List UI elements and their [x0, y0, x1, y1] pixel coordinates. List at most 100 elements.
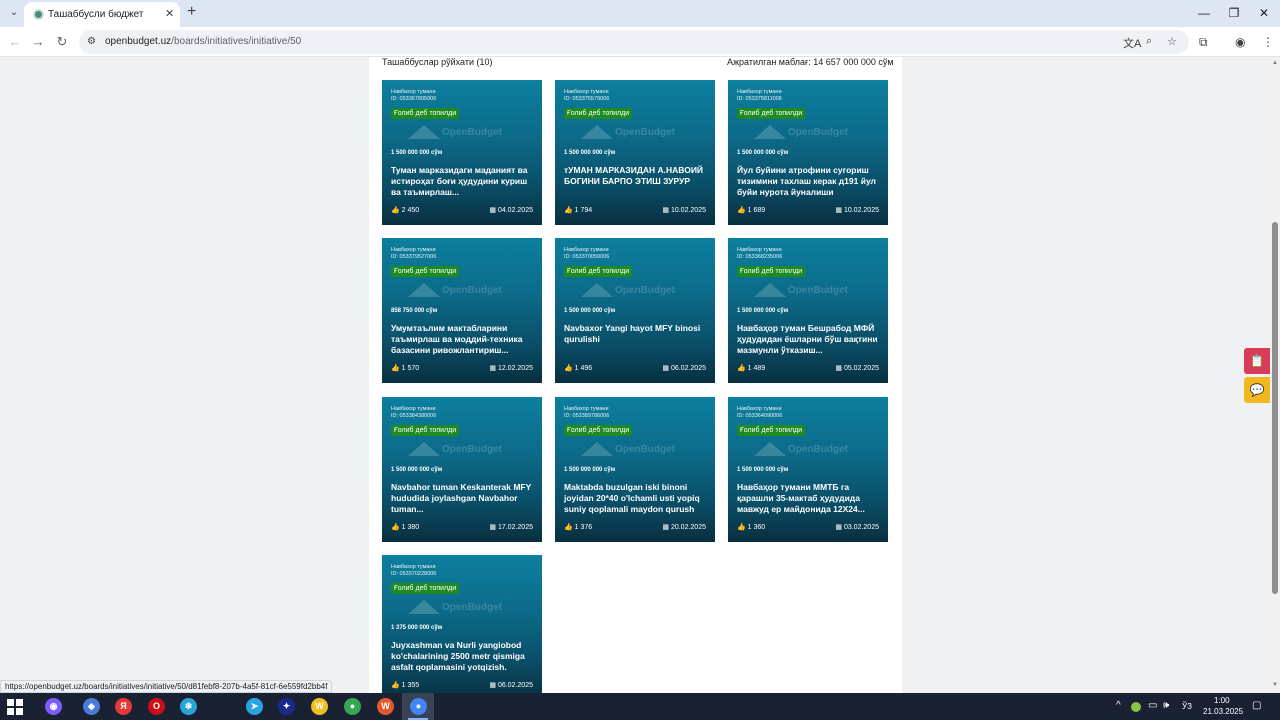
vote-count: 2 450 — [401, 207, 420, 214]
card-votes: 👍 1 360 — [737, 523, 765, 531]
initiative-card[interactable]: OpenBudget Навбахор тумани ID: 05336409000… — [728, 397, 888, 542]
initiative-card[interactable]: OpenBudget Навбахор тумани ID: 05337005900… — [555, 238, 715, 383]
card-district: Навбахор тумани — [737, 406, 782, 412]
taskbar-app2-icon[interactable]: ◆ — [83, 698, 100, 715]
card-id: ID: 053375811006 — [737, 96, 782, 102]
card-id: ID: 053370059006 — [564, 254, 610, 260]
card-id: ID: 053379527006 — [391, 254, 437, 260]
taskbar-chrome-icon[interactable]: ● — [410, 698, 427, 715]
volume-icon[interactable]: 🕪 — [1163, 700, 1169, 711]
initiative-card[interactable]: OpenBudget Навбахор тумани ID: 05337022800… — [382, 555, 542, 693]
card-date: ▦ 12.02.2025 — [489, 364, 533, 372]
notifications-icon[interactable]: ▢ — [1252, 700, 1261, 711]
card-amount: 858 750 000 сўм — [391, 308, 438, 314]
taskbar-app7-icon[interactable]: ✦ — [278, 698, 295, 715]
forward-icon[interactable]: → — [30, 34, 46, 49]
minimize-button[interactable]: — — [1194, 6, 1214, 20]
close-window-button[interactable]: ✕ — [1254, 6, 1274, 20]
address-bar[interactable]: ⚙ openbudget.uz/boards/initiatives/initi… — [79, 30, 1189, 54]
card-title[interactable]: Йул буйини атрофини сугориш тизимини тах… — [737, 165, 883, 198]
scrollbar-thumb[interactable] — [1272, 222, 1278, 594]
watermark-text: OpenBudget — [442, 602, 502, 613]
initiative-card[interactable]: OpenBudget Навбахор тумани ID: 05337557900… — [555, 80, 715, 225]
winner-badge: Ғолиб деб топилди — [564, 425, 633, 436]
initiative-card[interactable]: OpenBudget Навбахор тумани ID: 05336823500… — [728, 238, 888, 383]
taskbar-app8-icon[interactable]: W — [311, 698, 328, 715]
watermark-text: OpenBudget — [442, 127, 502, 138]
chat-button[interactable]: 💬 — [1244, 377, 1270, 403]
site-info-icon[interactable]: ⚙ — [87, 36, 96, 47]
bookmark-star-icon[interactable]: ☆ — [1167, 35, 1177, 48]
initiative-card[interactable]: OpenBudget Навбахор тумани ID: 05337581100… — [728, 80, 888, 225]
card-votes: 👍 2 450 — [391, 206, 419, 214]
page-scrollbar[interactable]: ▲ ▼ — [1270, 57, 1280, 693]
card-title[interactable]: Навбаҳор туман Бешрабод МФЙ ҳудудидан ёш… — [737, 323, 883, 356]
initiative-card[interactable]: OpenBudget Навбахор тумани ID: 05338978600… — [555, 397, 715, 542]
calendar-icon: ▦ — [662, 524, 669, 531]
scroll-up-arrow-icon[interactable]: ▲ — [1272, 60, 1278, 66]
card-amount: 1 500 000 000 сўм — [737, 150, 789, 156]
translate-icon[interactable]: 文A — [1123, 35, 1141, 51]
card-date: ▦ 06.02.2025 — [662, 364, 706, 372]
scroll-down-arrow-icon[interactable]: ▼ — [1272, 682, 1278, 688]
close-tab-icon[interactable]: ✕ — [165, 7, 174, 20]
zoom-icon[interactable]: ⌕ — [1146, 35, 1152, 48]
browser-menu-icon[interactable]: ⋮ — [1262, 35, 1274, 49]
initiative-card[interactable]: OpenBudget Навбахор тумани ID: 05337952700… — [382, 238, 542, 383]
watermark-text: OpenBudget — [615, 444, 675, 455]
card-title[interactable]: тУМАН МАРКАЗИДАН А.НАВОИЙ БОГИНИ БАРПО Э… — [564, 165, 710, 187]
tray-chevron-icon[interactable]: ^ — [1116, 700, 1121, 711]
keyboard-language[interactable]: ЎЗ — [1182, 702, 1192, 711]
card-title[interactable]: Навбаҳор тумани ММТБ га қарашли 35-макта… — [737, 482, 883, 515]
calendar-icon: ▦ — [662, 207, 669, 214]
taskbar-chrome2-icon[interactable]: ● — [344, 698, 361, 715]
restore-button[interactable]: ❐ — [1224, 6, 1244, 20]
windows-start-icon[interactable] — [7, 699, 23, 715]
clock-time[interactable]: 1:00 — [1214, 696, 1230, 705]
clock-date[interactable]: 21.03.2025 — [1203, 707, 1243, 716]
initiatives-list-title: Ташаббуслар рўйхати (10) — [382, 57, 493, 67]
profile-icon[interactable]: ◉ — [1235, 35, 1245, 49]
vote-count: 1 355 — [401, 682, 420, 689]
initiative-card[interactable]: OpenBudget Навбахор тумани ID: 05338438000… — [382, 397, 542, 542]
card-title[interactable]: Умумтаълим мактабларини таъмирлаш ва мод… — [391, 323, 537, 356]
taskbar-telegram-icon[interactable]: ➤ — [246, 698, 263, 715]
taskbar-alice-icon[interactable]: ◉ — [45, 698, 62, 715]
card-district: Навбахор тумани — [391, 406, 436, 412]
date-value: 10.02.2025 — [670, 207, 706, 214]
card-title[interactable]: Navbahor tuman Keskanterak MFY hududida … — [391, 482, 537, 515]
card-title[interactable]: Juyxashman va Nurli yangiobod ko'chalari… — [391, 640, 537, 673]
card-title[interactable]: Maktabda buzulgan iski binoni joyidan 20… — [564, 482, 710, 515]
url-text[interactable]: openbudget.uz/boards/initiatives/initiat… — [105, 36, 301, 47]
new-tab-button[interactable]: + — [187, 3, 196, 21]
watermark-roof-icon — [408, 283, 440, 297]
taskbar-yandex-icon[interactable]: Я — [115, 698, 132, 715]
initiative-card[interactable]: OpenBudget Навбахор тумани ID: 05336780500… — [382, 80, 542, 225]
vote-count: 1 376 — [574, 524, 593, 531]
network-icon[interactable]: ▭ — [1148, 700, 1157, 711]
card-votes: 👍 1 376 — [564, 523, 592, 531]
card-amount: 1 500 000 000 сўм — [564, 308, 616, 314]
tray-app-icon[interactable] — [1131, 702, 1141, 712]
tab-search-button[interactable]: ⌄ — [5, 5, 23, 21]
browser-tab[interactable]: Ташаббусли бюджет ✕ — [24, 2, 180, 27]
taskbar-app10-icon[interactable]: W — [377, 698, 394, 715]
calendar-icon: ▦ — [835, 524, 842, 531]
extensions-icon[interactable]: ⧉ — [1199, 35, 1208, 50]
clipboard-button[interactable]: 📋 — [1244, 348, 1270, 374]
vote-count: 1 489 — [747, 365, 766, 372]
card-district: Навбахор тумани — [564, 89, 609, 95]
taskbar-app5-icon[interactable]: ❄ — [180, 698, 197, 715]
reload-icon[interactable]: ↻ — [54, 34, 70, 50]
taskbar-opera-icon[interactable]: O — [148, 698, 165, 715]
card-title[interactable]: Navbaxor Yangi hayot MFY binosi qurulish… — [564, 323, 710, 345]
winner-badge: Ғолиб деб топилди — [391, 583, 460, 594]
card-district: Навбахор тумани — [737, 247, 782, 253]
tab-title: Ташаббусли бюджет — [48, 9, 144, 20]
thumbs-up-icon: 👍 — [737, 207, 746, 214]
date-value: 04.02.2025 — [497, 207, 533, 214]
card-title[interactable]: Туман марказидаги маданият ва истироҳат … — [391, 165, 537, 198]
card-votes: 👍 1 380 — [391, 523, 419, 531]
thumbs-up-icon: 👍 — [737, 524, 746, 531]
back-icon[interactable]: ← — [7, 34, 23, 49]
